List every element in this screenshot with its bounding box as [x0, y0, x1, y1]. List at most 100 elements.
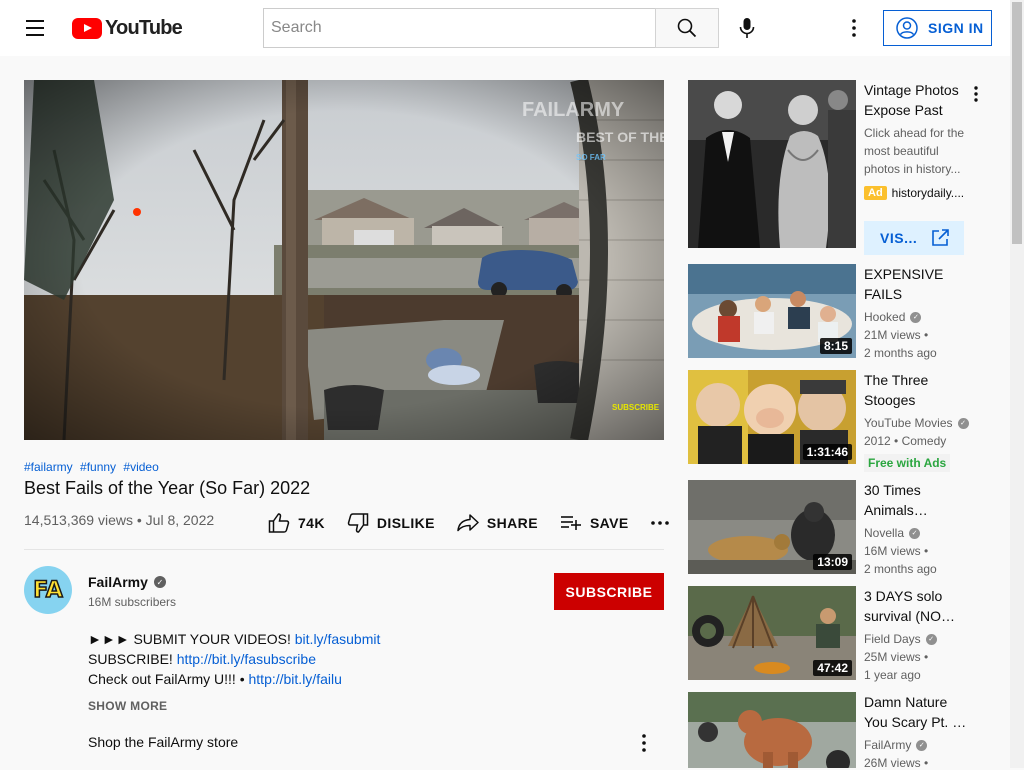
subscribe-watermark: SUBSCRIBE	[612, 403, 660, 412]
search-button[interactable]	[655, 8, 719, 48]
video-description: ►►► SUBMIT YOUR VIDEOS! bit.ly/fasubmit …	[88, 629, 380, 689]
ad-thumbnail[interactable]	[688, 80, 856, 248]
avatar-logo-text: FA	[32, 577, 63, 604]
ad-card[interactable]: Vintage Photos Expose Past Click ahead f…	[688, 80, 988, 255]
visit-site-button[interactable]: VIS...	[864, 221, 964, 255]
channel-name-row[interactable]: FailArmy ✓	[88, 574, 166, 590]
duration-badge: 47:42	[813, 660, 852, 676]
meta-separator: •	[136, 512, 142, 528]
desc-line1: ►►► SUBMIT YOUR VIDEOS!	[88, 631, 295, 647]
sign-in-label: SIGN IN	[928, 20, 984, 36]
recommendation-channel[interactable]: Hooked ✓	[864, 310, 922, 324]
microphone-icon	[739, 18, 755, 38]
thumbs-down-icon	[347, 513, 369, 533]
page-scrollbar[interactable]	[1010, 0, 1024, 768]
recommendation-title[interactable]: Damn Nature You Scary Pt. …	[864, 692, 968, 732]
recommendation-title[interactable]: 30 Times Animals…	[864, 480, 968, 520]
submit-link[interactable]: bit.ly/fasubmit	[295, 631, 381, 647]
save-label: SAVE	[589, 515, 629, 531]
subscribe-button[interactable]: SUBSCRIBE	[554, 573, 664, 610]
free-with-ads-badge: Free with Ads	[864, 454, 951, 472]
failu-link[interactable]: http://bit.ly/failu	[249, 671, 342, 687]
recommendation-channel[interactable]: YouTube Movies ✓	[864, 416, 969, 430]
ad-badge-row: Ad historydaily....	[864, 186, 964, 200]
hamburger-menu-icon[interactable]	[18, 16, 54, 40]
share-icon	[457, 514, 479, 532]
shop-menu-button[interactable]	[632, 731, 656, 755]
verified-icon: ✓	[957, 417, 969, 429]
ad-badge: Ad	[864, 186, 887, 200]
ad-domain: historydaily....	[891, 186, 965, 200]
upload-date: Jul 8, 2022	[145, 512, 215, 528]
dislike-button[interactable]: DISLIKE	[347, 513, 435, 533]
subscribe-link[interactable]: http://bit.ly/fasubscribe	[177, 651, 316, 667]
recommendation-item[interactable]: 13:09 30 Times Animals… Novella ✓ 16M vie…	[688, 480, 988, 576]
thumbs-up-icon	[268, 513, 290, 533]
more-vert-icon	[852, 19, 856, 37]
video-player[interactable]: FAILARMY BEST OF THE YEAR SO FAR SUBSCRI…	[24, 80, 664, 440]
ad-menu-button[interactable]	[968, 82, 984, 106]
recommendation-age: 1 year ago	[864, 668, 921, 682]
recommendation-item[interactable]: 1:31:46 The Three Stooges YouTube Movies…	[688, 370, 988, 472]
sign-in-button[interactable]: SIGN IN	[883, 10, 992, 46]
like-count: 74K	[298, 515, 325, 531]
divider	[24, 549, 664, 550]
desc-line2: SUBSCRIBE!	[88, 651, 177, 667]
watermark-text: FAILARMY	[522, 99, 625, 121]
channel-label: FailArmy	[864, 738, 912, 752]
share-button[interactable]: SHARE	[457, 514, 538, 532]
video-thumbnail[interactable]: 47:42	[688, 586, 856, 680]
channel-name[interactable]: FailArmy	[88, 574, 148, 590]
verified-icon: ✓	[909, 527, 921, 539]
subscriber-count: 16M subscribers	[88, 595, 177, 609]
channel-label: Novella	[864, 526, 905, 540]
more-actions-button[interactable]	[650, 521, 677, 525]
youtube-logo[interactable]: YouTube	[72, 16, 183, 40]
visit-label: VIS...	[880, 230, 918, 246]
share-label: SHARE	[486, 515, 538, 531]
recommendation-title[interactable]: EXPENSIVE FAILS	[864, 264, 968, 304]
recommendation-item[interactable]: 47:42 3 DAYS solo survival (NO… Field Da…	[688, 586, 988, 682]
save-button[interactable]: SAVE	[560, 515, 629, 531]
duration-badge: 13:09	[813, 554, 852, 570]
hashtag-link[interactable]: #funny	[80, 460, 116, 474]
hashtags: #failarmy #funny #video	[24, 460, 163, 474]
more-vert-icon	[642, 734, 646, 752]
ad-title[interactable]: Vintage Photos Expose Past	[864, 80, 968, 120]
ad-description: Click ahead for the most beautiful photo…	[864, 126, 965, 176]
scrollbar-thumb[interactable]	[1012, 2, 1022, 244]
video-thumbnail[interactable]	[688, 692, 856, 768]
recommendation-title[interactable]: The Three Stooges	[864, 370, 968, 410]
recommendation-channel[interactable]: Novella ✓	[864, 526, 921, 540]
verified-icon: ✓	[910, 311, 922, 323]
show-more-button[interactable]: SHOW MORE	[88, 699, 167, 713]
recommendation-item[interactable]: Damn Nature You Scary Pt. … FailArmy ✓ 26…	[688, 692, 988, 770]
hashtag-link[interactable]: #failarmy	[24, 460, 73, 474]
recommendation-item[interactable]: 8:15 EXPENSIVE FAILS Hooked ✓ 21M views •…	[688, 264, 988, 360]
hashtag-link[interactable]: #video	[123, 460, 158, 474]
settings-menu-button[interactable]	[838, 12, 870, 44]
video-thumbnail[interactable]: 13:09	[688, 480, 856, 574]
video-thumbnail[interactable]: 1:31:46	[688, 370, 856, 464]
recommendation-views: 25M views •	[864, 650, 929, 664]
channel-label: Field Days	[864, 632, 921, 646]
video-thumbnail[interactable]: 8:15	[688, 264, 856, 358]
recommendation-title[interactable]: 3 DAYS solo survival (NO…	[864, 586, 968, 626]
thumbnail-image	[688, 692, 856, 768]
recommendation-views: 21M views •	[864, 328, 929, 342]
youtube-play-icon	[72, 17, 102, 39]
recommendation-channel[interactable]: FailArmy ✓	[864, 738, 928, 752]
playlist-add-icon	[560, 516, 581, 530]
verified-icon: ✓	[916, 739, 928, 751]
recommendation-channel[interactable]: Field Days ✓	[864, 632, 937, 646]
channel-avatar[interactable]: FA	[24, 566, 72, 614]
recommendation-views: 16M views •	[864, 544, 929, 558]
shop-heading: Shop the FailArmy store	[88, 734, 239, 750]
recommendation-age: 2 months ago	[864, 562, 937, 576]
ad-image	[688, 80, 856, 248]
like-button[interactable]: 74K	[268, 513, 325, 533]
open-in-new-icon	[932, 229, 950, 246]
search-input[interactable]: Search	[263, 8, 656, 48]
video-title: Best Fails of the Year (So Far) 2022	[24, 478, 311, 498]
voice-search-button[interactable]	[727, 8, 767, 48]
